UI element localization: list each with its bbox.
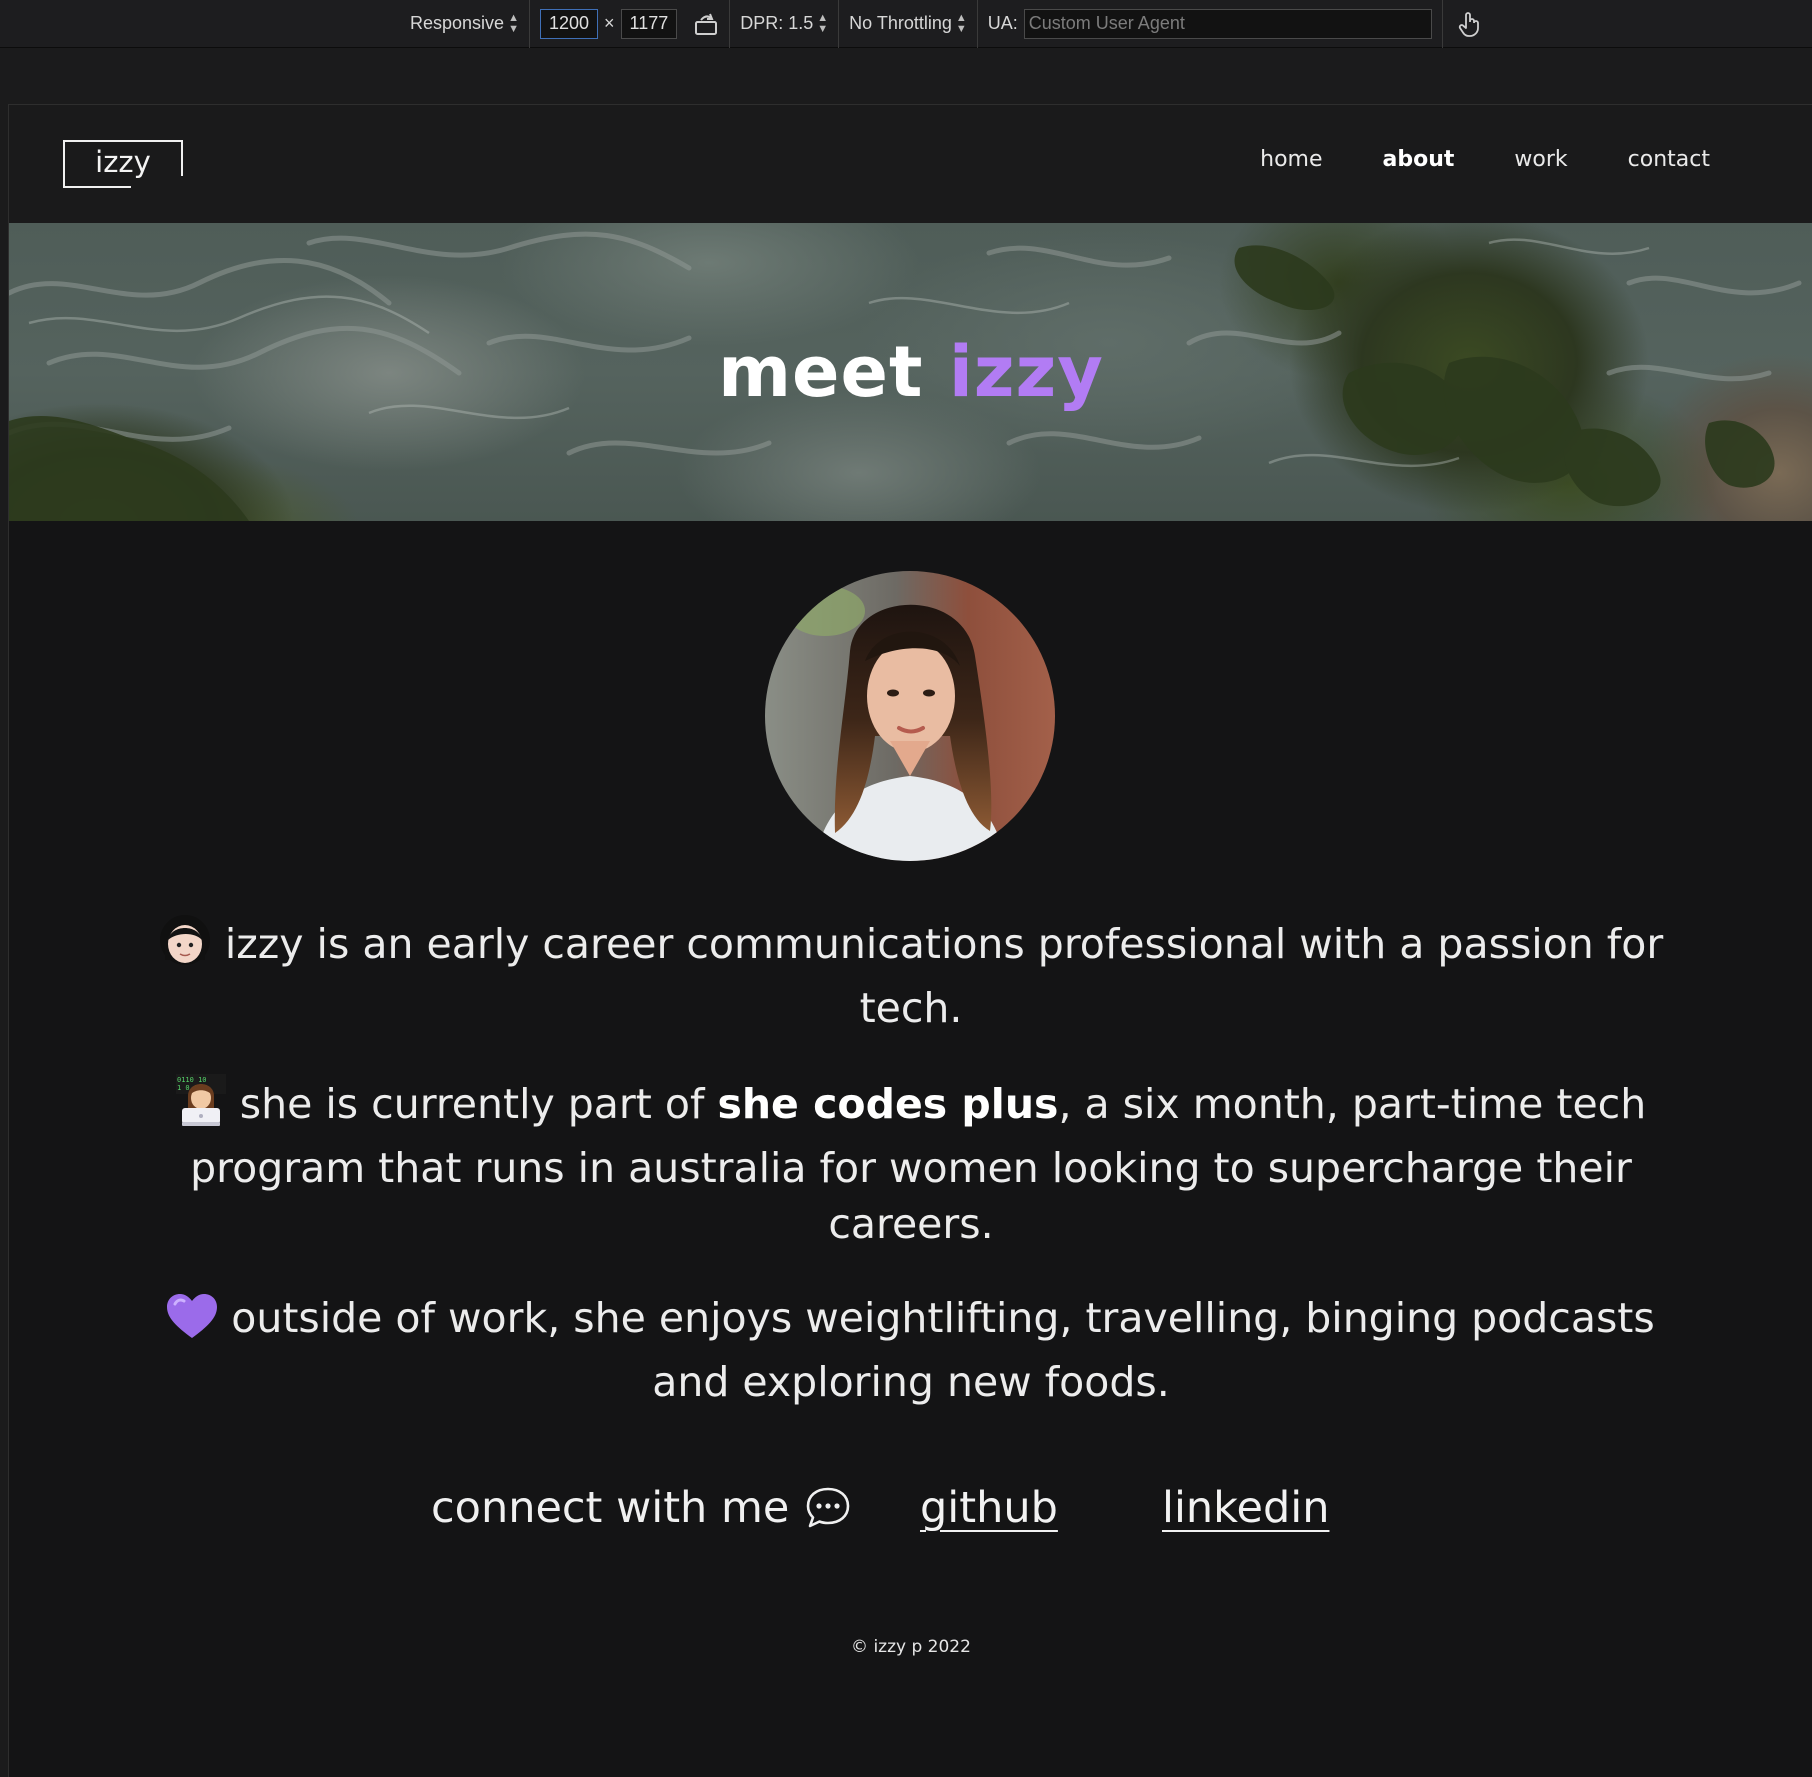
- throttling-select[interactable]: No Throttling ▲ ▼: [839, 0, 978, 48]
- hero-title-prefix: meet: [718, 331, 924, 413]
- she-codes-plus-program: she codes plus: [717, 1080, 1059, 1128]
- updown-caret-icon: ▲ ▼: [508, 11, 519, 35]
- site-footer: © izzy p 2022: [9, 1637, 1812, 1657]
- throttling-label: No Throttling: [849, 13, 952, 33]
- updown-caret-icon: ▲ ▼: [817, 11, 829, 35]
- hero-title-accent: izzy: [948, 331, 1104, 413]
- user-agent-input[interactable]: Custom User Agent: [1023, 8, 1432, 39]
- dpr-label: DPR: 1.5: [740, 13, 814, 33]
- site-logo[interactable]: izzy: [63, 140, 183, 188]
- dpr-select[interactable]: DPR: 1.5 ▲ ▼: [730, 0, 840, 48]
- about-paragraph-3: outside of work, she enjoys weightliftin…: [129, 1290, 1693, 1410]
- updown-caret-icon: ▲ ▼: [955, 11, 967, 35]
- touch-group: [1443, 0, 1491, 48]
- site-header: izzy home about work contact: [9, 105, 1812, 223]
- ua-label: UA:: [987, 13, 1018, 33]
- dimension-times: ×: [604, 13, 615, 33]
- page-viewport: izzy home about work contact meet izzy i…: [8, 104, 1812, 1777]
- nav-home[interactable]: home: [1260, 147, 1322, 172]
- nav-contact[interactable]: contact: [1628, 147, 1710, 172]
- about-text-3: outside of work, she enjoys weightliftin…: [231, 1294, 1655, 1406]
- github-link[interactable]: github: [920, 1483, 1058, 1533]
- hero-title: meet izzy: [9, 331, 1812, 413]
- linkedin-link[interactable]: linkedin: [1162, 1483, 1329, 1533]
- connect-label: connect with me: [431, 1483, 851, 1533]
- device-select[interactable]: Responsive ▲ ▼: [400, 0, 530, 48]
- speech-bubble-icon: [805, 1486, 851, 1530]
- about-text-1: izzy is an early career communications p…: [224, 920, 1664, 1032]
- hero-banner: meet izzy: [9, 223, 1812, 521]
- nav-about[interactable]: about: [1383, 147, 1455, 172]
- about-paragraph-1: izzy is an early career communications p…: [129, 914, 1693, 1036]
- purple-heart-emoji-icon: [167, 1294, 218, 1354]
- nav-work[interactable]: work: [1514, 147, 1567, 172]
- copyright-text: © izzy p 2022: [851, 1637, 971, 1657]
- devtools-toolbar: Responsive ▲ ▼ 1200 × 1177 DPR: 1.5 ▲ ▼ No…: [0, 0, 1812, 48]
- about-paragraph-2: 0110 10 1 0 011 she is currently part of…: [129, 1074, 1693, 1252]
- woman-emoji-icon: [159, 914, 211, 980]
- connect-text: connect with me: [431, 1483, 790, 1533]
- profile-photo: [765, 571, 1055, 861]
- rotate-icon[interactable]: [693, 12, 719, 36]
- connect-section: connect with me github linkedin: [9, 1483, 1812, 1553]
- main-nav: home about work contact: [1260, 147, 1710, 172]
- about-text-2a: she is currently part of: [239, 1080, 705, 1128]
- dimensions-group: 1200 × 1177: [530, 0, 731, 48]
- device-label: Responsive: [410, 13, 505, 33]
- ua-group: UA: Custom User Agent: [978, 0, 1443, 48]
- touch-hand-icon[interactable]: [1457, 11, 1481, 37]
- height-input[interactable]: 1177: [620, 8, 678, 39]
- woman-technologist-emoji-icon: 0110 10 1 0 011: [175, 1074, 226, 1140]
- svg-text:0110 10: 0110 10: [177, 1076, 207, 1084]
- width-input[interactable]: 1200: [539, 8, 598, 39]
- profile-portrait-image: [765, 571, 1055, 861]
